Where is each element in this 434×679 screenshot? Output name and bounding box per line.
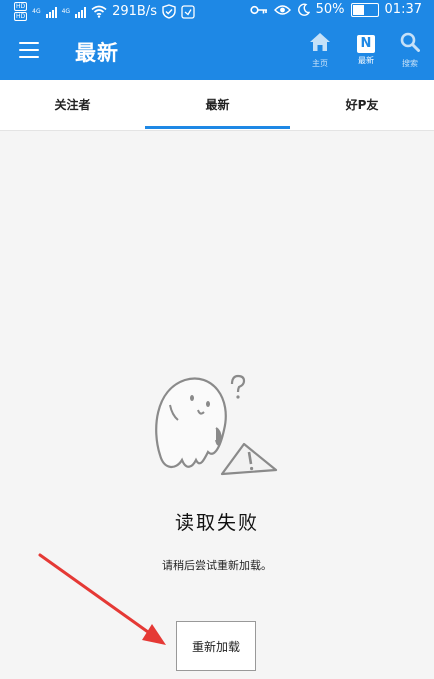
latest-label: 最新 <box>358 56 374 65</box>
n-icon: N <box>357 35 375 53</box>
search-button[interactable]: 搜索 <box>390 32 430 69</box>
search-icon <box>400 32 420 52</box>
moon-icon <box>297 3 310 16</box>
clock: 01:37 <box>384 2 422 17</box>
shield-icon <box>162 4 176 19</box>
network-type: 4G <box>61 8 71 15</box>
error-title: 读取失败 <box>174 512 259 534</box>
menu-icon[interactable] <box>19 42 39 58</box>
latest-button[interactable]: N 最新 <box>346 32 386 66</box>
home-button[interactable]: 主页 <box>300 32 340 69</box>
signal-icon <box>75 6 87 18</box>
signal-icon <box>45 6 57 18</box>
tab-following[interactable]: 关注者 <box>0 80 145 130</box>
network-type: 4G <box>32 8 41 15</box>
search-label: 搜索 <box>402 59 418 68</box>
tab-latest[interactable]: 最新 <box>145 80 290 130</box>
wifi-icon <box>91 5 107 18</box>
notification-icon <box>181 4 195 19</box>
tab-bar: 关注者 最新 好P友 <box>0 80 434 131</box>
key-icon <box>250 5 267 14</box>
battery-icon <box>350 2 379 17</box>
error-illustration <box>155 374 278 476</box>
home-icon <box>310 33 330 51</box>
network-speed: 291B/s <box>112 4 157 19</box>
page-title: 最新 <box>75 41 119 65</box>
hd-indicators: HD HD <box>14 2 28 21</box>
hd-badge: HD <box>14 12 28 21</box>
tab-indicator <box>145 126 290 129</box>
app-bar: 最新 主页 N 最新 搜索 <box>0 22 434 80</box>
hd-badge: HD <box>14 2 28 11</box>
eye-icon <box>273 4 291 15</box>
error-message: 请稍后尝试重新加载。 <box>162 559 272 572</box>
battery-percent: 50% <box>315 2 345 17</box>
status-bar: HD HD 4G 4G 291B/s 50% 01:37 <box>0 0 434 22</box>
home-label: 主页 <box>312 59 328 68</box>
tab-friends[interactable]: 好P友 <box>290 80 434 130</box>
reload-button[interactable]: 重新加载 <box>176 621 256 671</box>
